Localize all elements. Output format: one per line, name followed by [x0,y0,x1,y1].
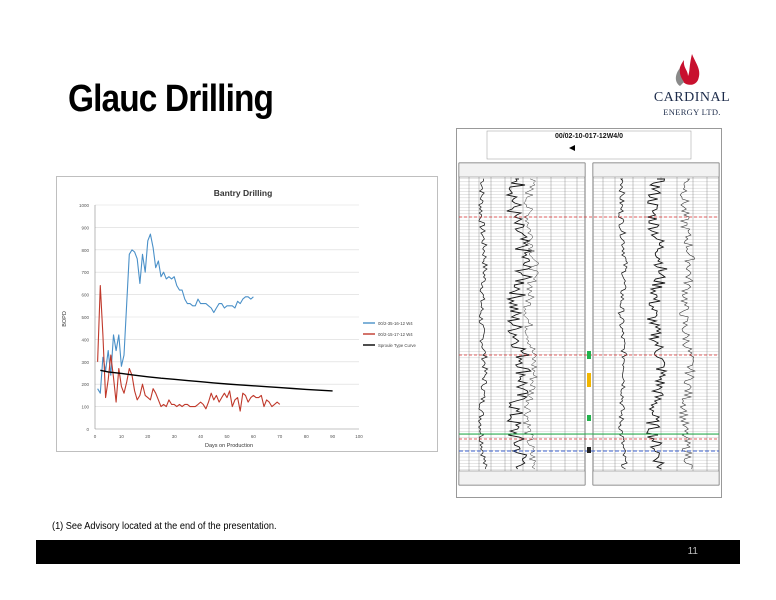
x-tick-label: 20 [145,434,151,439]
legend-label: 00/2-35-16-12 W4 [378,321,413,326]
series-line-3 [100,369,333,392]
logo-name: CARDINAL [653,90,731,105]
slide-title: Glauc Drilling [68,78,274,120]
legend-label: 00/2-15-17-12 W4 [378,332,413,337]
flame-icon [675,54,700,86]
production-chart: Bantry Drilling 0 100 200 300 400 500 600 700 80… [56,176,438,452]
series-line-1 [97,233,254,394]
well-log-header-title: 00/02-10-017-12W4/0 [555,133,623,140]
x-axis-label: Days on Production [205,443,253,449]
well-log-image: 00/02-10-017-12W4/0 [456,128,722,498]
y-tick-label: 400 [81,337,89,342]
page-number: 11 [687,546,698,557]
y-tick-label: 900 [81,225,89,230]
x-tick-label: 70 [277,434,283,439]
y-tick-label: 500 [81,315,89,320]
y-tick-label: 300 [81,360,89,365]
x-tick-label: 60 [251,434,257,439]
x-tick-label: 10 [119,434,125,439]
well-log-canvas: 00/02-10-017-12W4/0 [458,130,720,486]
x-tick-label: 40 [198,434,204,439]
y-axis-label: BOPD [62,311,68,327]
cardinal-logo: CARDINAL ENERGY LTD. [650,48,734,128]
x-tick-label: 100 [355,434,363,439]
x-tick-label: 90 [330,434,336,439]
series-line-2 [97,285,281,412]
chart-title: Bantry Drilling [214,188,273,198]
logo-subtitle: ENERGY LTD. [663,107,721,117]
y-tick-label: 1000 [79,203,90,208]
y-tick-label: 700 [81,270,89,275]
y-tick-label: 100 [81,405,89,410]
x-tick-label: 0 [94,434,97,439]
x-tick-label: 30 [172,434,178,439]
y-tick-label: 600 [81,293,89,298]
footer-bar: 11 [36,540,740,564]
y-tick-label: 200 [81,382,89,387]
advisory-footnote: (1) See Advisory located at the end of t… [52,521,277,532]
y-tick-label: 0 [86,427,89,432]
x-tick-label: 80 [304,434,310,439]
y-tick-label: 800 [81,248,89,253]
legend-label: Sproule Type Curve [378,343,417,348]
x-tick-label: 50 [224,434,230,439]
chart-canvas: Bantry Drilling 010020030040050060070080… [62,188,417,449]
